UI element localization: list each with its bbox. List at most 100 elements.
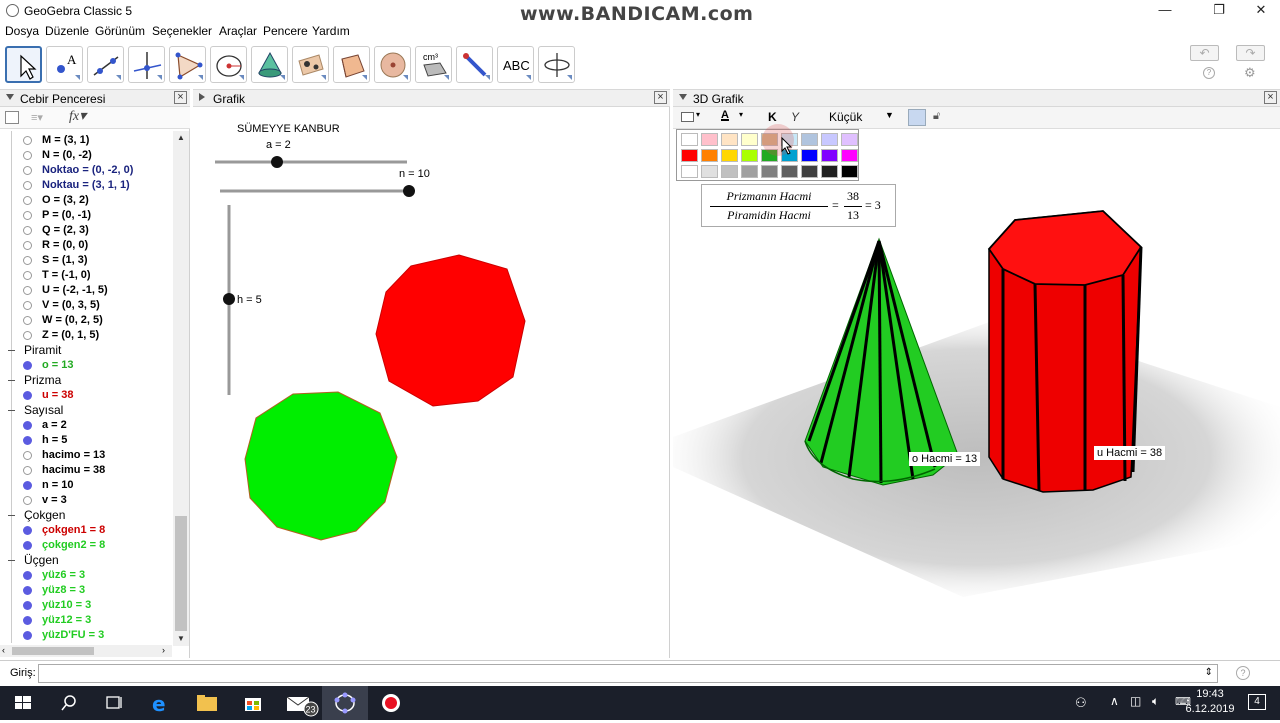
help-icon[interactable]: ?: [1203, 67, 1215, 79]
visibility-toggle[interactable]: [23, 286, 32, 295]
color-swatch[interactable]: [841, 165, 858, 178]
text-tool-button[interactable]: ABC: [497, 46, 534, 83]
algebra-row[interactable]: M = (3, 1): [0, 133, 172, 148]
volume-tool-button[interactable]: cm³: [415, 46, 452, 83]
italic-button[interactable]: Y: [791, 110, 799, 124]
graphics-canvas[interactable]: SÜMEYYE KANBUR a = 2 n = 10 h = 5: [193, 107, 670, 658]
windows-start-icon[interactable]: [0, 686, 46, 720]
visibility-toggle[interactable]: [23, 496, 32, 505]
color-swatch[interactable]: [721, 149, 738, 162]
show-hidden-icons[interactable]: ∧: [1110, 694, 1119, 708]
slider-n-handle[interactable]: [403, 185, 415, 197]
clock-time[interactable]: 19:43: [1182, 688, 1238, 700]
algebra-row[interactable]: n = 10: [0, 478, 172, 493]
color-swatch[interactable]: [801, 165, 818, 178]
visibility-toggle[interactable]: [23, 316, 32, 325]
lock-icon[interactable]: 🔓︎: [933, 110, 940, 123]
visibility-toggle[interactable]: [23, 451, 32, 460]
visibility-toggle[interactable]: [23, 601, 32, 610]
maximize-button[interactable]: ❐: [1196, 0, 1242, 20]
pyramid-tool-button[interactable]: [333, 46, 370, 83]
visibility-toggle[interactable]: [23, 631, 32, 640]
reflect-tool-button[interactable]: [292, 46, 329, 83]
people-icon[interactable]: ⚇: [1075, 695, 1087, 711]
prism-volume-label[interactable]: u Hacmi = 38: [1094, 446, 1166, 460]
algebra-row[interactable]: U = (-2, -1, 5): [0, 283, 172, 298]
visibility-toggle[interactable]: [23, 181, 32, 190]
color-swatch[interactable]: [721, 165, 738, 178]
record-icon[interactable]: [368, 686, 414, 720]
sort-icon[interactable]: ≡▾: [31, 111, 47, 124]
slider-h-handle[interactable]: [223, 293, 235, 305]
algebra-hscrollbar[interactable]: ‹ ›: [0, 645, 172, 657]
color-swatch[interactable]: [701, 165, 718, 178]
color-swatch[interactable]: [741, 165, 758, 178]
color-swatch[interactable]: [841, 133, 858, 146]
text-color-icon[interactable]: A: [721, 109, 729, 121]
line-tool-button[interactable]: [87, 46, 124, 83]
input-field[interactable]: ⇕: [38, 664, 1218, 683]
network-icon[interactable]: ◫: [1130, 694, 1141, 708]
pin-icon[interactable]: [908, 109, 926, 126]
color-swatch[interactable]: [801, 133, 818, 146]
color-swatch[interactable]: [701, 133, 718, 146]
collapse-group-icon[interactable]: [8, 515, 15, 516]
collapse-3d-arrow-icon[interactable]: [679, 94, 687, 100]
ratio-formula[interactable]: Prizmanın Hacmi Piramidin Hacmi = 38 13 …: [701, 184, 896, 227]
collapse-group-icon[interactable]: [8, 410, 15, 411]
algebra-row[interactable]: a = 2: [0, 418, 172, 433]
polygon-tool-button[interactable]: [169, 46, 206, 83]
collapse-group-icon[interactable]: [8, 560, 15, 561]
style-preset-icon[interactable]: [681, 112, 694, 122]
algebra-row[interactable]: Noktau = (3, 1, 1): [0, 178, 172, 193]
bold-button[interactable]: K: [768, 110, 777, 124]
edge-browser-icon[interactable]: e: [138, 686, 184, 720]
algebra-row[interactable]: yüz6 = 3: [0, 568, 172, 583]
visibility-toggle[interactable]: [23, 421, 32, 430]
undo-button[interactable]: ↶: [1190, 45, 1219, 61]
visibility-toggle[interactable]: [23, 256, 32, 265]
color-swatch[interactable]: [681, 165, 698, 178]
circle-tool-button[interactable]: [210, 46, 247, 83]
red-decagon[interactable]: [375, 254, 526, 407]
menu-duzenle[interactable]: Düzenle: [45, 24, 89, 38]
color-swatch[interactable]: [801, 149, 818, 162]
color-swatch[interactable]: [701, 149, 718, 162]
menu-secenekler[interactable]: Seçenekler: [152, 24, 212, 38]
menu-araclar[interactable]: Araçlar: [219, 24, 257, 38]
algebra-row[interactable]: v = 3: [0, 493, 172, 508]
algebra-row[interactable]: yüz10 = 3: [0, 598, 172, 613]
visibility-toggle[interactable]: [23, 571, 32, 580]
visibility-toggle[interactable]: [23, 391, 32, 400]
color-swatch[interactable]: [681, 149, 698, 162]
collapse-group-icon[interactable]: [8, 350, 15, 351]
close-3d-icon[interactable]: ×: [1264, 91, 1277, 104]
algebra-row[interactable]: o = 13: [0, 358, 172, 373]
color-swatch[interactable]: [681, 133, 698, 146]
algebra-row[interactable]: yüzD'FU = 3: [0, 628, 172, 643]
visibility-toggle[interactable]: [23, 481, 32, 490]
color-swatch[interactable]: [741, 149, 758, 162]
visibility-toggle[interactable]: [23, 331, 32, 340]
visibility-toggle[interactable]: [23, 136, 32, 145]
algebra-row[interactable]: V = (0, 3, 5): [0, 298, 172, 313]
algebra-row[interactable]: h = 5: [0, 433, 172, 448]
visibility-toggle[interactable]: [23, 526, 32, 535]
green-decagon[interactable]: [244, 391, 398, 541]
visibility-toggle[interactable]: [23, 436, 32, 445]
settings-gear-icon[interactable]: ⚙: [1244, 65, 1256, 81]
store-icon[interactable]: [230, 686, 276, 720]
visibility-toggle[interactable]: [23, 226, 32, 235]
menu-gorunum[interactable]: Görünüm: [95, 24, 145, 38]
menu-dosya[interactable]: Dosya: [5, 24, 39, 38]
clock-date[interactable]: 6.12.2019: [1182, 703, 1238, 715]
sphere-tool-button[interactable]: [374, 46, 411, 83]
move-tool-button[interactable]: [5, 46, 42, 83]
visibility-toggle[interactable]: [23, 361, 32, 370]
menu-pencere[interactable]: Pencere: [263, 24, 308, 38]
color-swatch[interactable]: [761, 165, 778, 178]
notification-center-icon[interactable]: 4: [1248, 694, 1266, 710]
algebra-row[interactable]: R = (0, 0): [0, 238, 172, 253]
visibility-toggle[interactable]: [23, 541, 32, 550]
color-swatch[interactable]: [821, 149, 838, 162]
